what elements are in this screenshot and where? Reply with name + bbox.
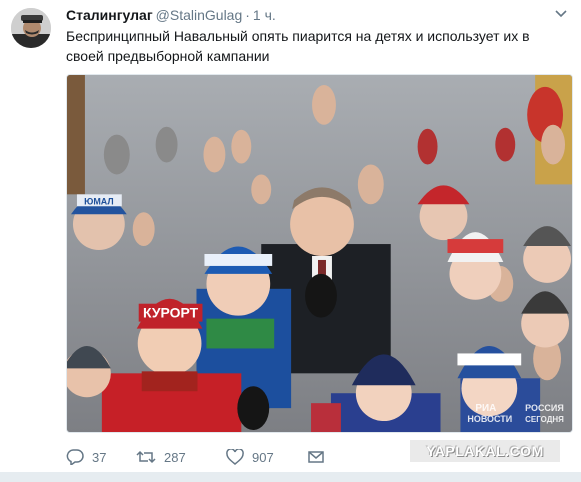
- photo-agency2-logo-line2: СЕГОДНЯ: [525, 415, 564, 424]
- hat-text-yumal: ЮМАЛ: [84, 196, 114, 206]
- avatar[interactable]: [11, 8, 51, 48]
- tweet-actions: 37 287 907: [66, 446, 324, 468]
- tweet: Сталингулаг @StalinGulag · 1 ч. Беспринципн…: [0, 0, 581, 472]
- reply-button[interactable]: 37: [66, 446, 136, 468]
- tweet-header: Сталингулаг @StalinGulag · 1 ч.: [66, 6, 551, 24]
- tweet-photo[interactable]: КУРОРТ ЮМАЛ РИА НОВОСТИ РОССИЯ СЕГОДНЯ: [66, 74, 573, 433]
- reply-icon: [66, 449, 84, 465]
- bottom-strip: [0, 472, 581, 482]
- photo-agency2-logo-line1: РОССИЯ: [525, 403, 564, 413]
- watermark: YAPLAKAL.COM: [410, 440, 560, 462]
- author-name[interactable]: Сталингулаг: [66, 7, 153, 23]
- envelope-icon: [308, 450, 324, 464]
- like-count: 907: [252, 449, 274, 465]
- hat-text-kurort: КУРОРТ: [143, 305, 199, 321]
- heart-icon: [226, 449, 244, 465]
- photo-agency-logo-line1: РИА: [475, 403, 496, 414]
- caret-down-icon[interactable]: [555, 9, 567, 19]
- tweet-time[interactable]: 1 ч.: [253, 7, 276, 23]
- author-handle[interactable]: @StalinGulag: [156, 7, 243, 23]
- photo-agency-logo-line2: НОВОСТИ: [467, 414, 512, 424]
- direct-message-button[interactable]: [308, 446, 324, 468]
- separator-dot: ·: [245, 7, 250, 23]
- retweet-icon: [136, 449, 156, 465]
- retweet-count: 287: [164, 449, 186, 465]
- like-button[interactable]: 907: [226, 446, 308, 468]
- reply-count: 37: [92, 449, 107, 465]
- tweet-text: Беспринципный Навальный опять пиарится н…: [66, 28, 530, 64]
- retweet-button[interactable]: 287: [136, 446, 226, 468]
